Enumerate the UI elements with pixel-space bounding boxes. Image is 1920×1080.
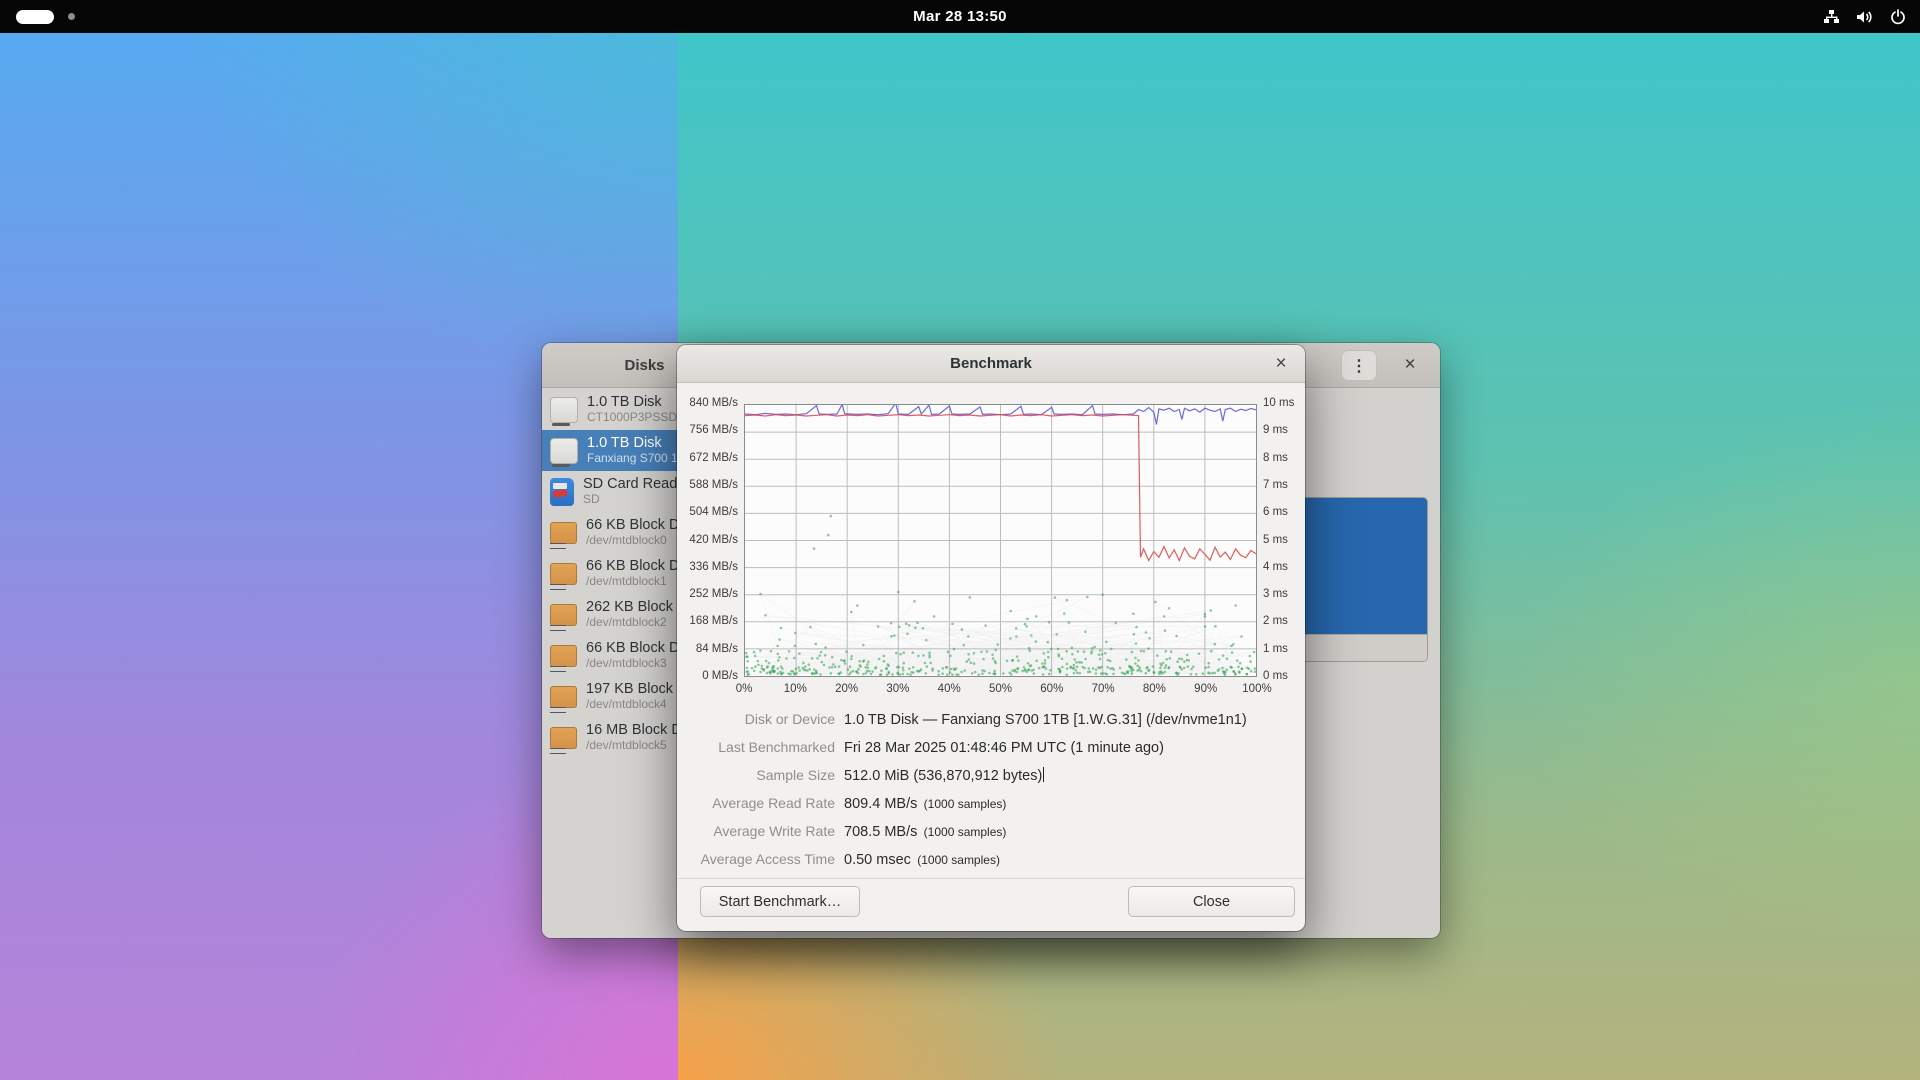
top-bar: Mar 28 13:50 bbox=[0, 0, 1920, 33]
detail-note: (1000 samples) bbox=[920, 825, 1006, 839]
axis-tick: 0% bbox=[719, 683, 769, 695]
device-title: SD Card Reader bbox=[583, 476, 690, 493]
desktop: Mar 28 13:50 Disks ⋮ × 1.0 TB DiskCT1000… bbox=[0, 0, 1920, 1080]
axis-tick: 5 ms bbox=[1263, 534, 1313, 546]
dialog-headerbar[interactable]: Benchmark × bbox=[677, 345, 1305, 383]
dialog-footer: Start Benchmark… Close bbox=[677, 878, 1305, 931]
axis-tick: 672 MB/s bbox=[678, 452, 738, 464]
detail-row: Average Access Time 0.50 msec (1000 sampl… bbox=[697, 851, 1285, 879]
axis-tick: 6 ms bbox=[1263, 506, 1313, 518]
disk-icon bbox=[550, 397, 578, 423]
start-benchmark-button[interactable]: Start Benchmark… bbox=[700, 886, 860, 917]
axis-tick: 4 ms bbox=[1263, 561, 1313, 573]
detail-row: Disk or Device 1.0 TB Disk — Fanxiang S70… bbox=[697, 711, 1285, 739]
benchmark-details: Disk or Device 1.0 TB Disk — Fanxiang S70… bbox=[697, 711, 1285, 879]
detail-label: Sample Size bbox=[697, 767, 835, 783]
axis-tick: 2 ms bbox=[1263, 615, 1313, 627]
axis-tick: 1 ms bbox=[1263, 643, 1313, 655]
block-icon bbox=[550, 727, 577, 749]
axis-tick: 840 MB/s bbox=[678, 397, 738, 409]
axis-tick: 504 MB/s bbox=[678, 506, 738, 518]
axis-tick: 50% bbox=[976, 683, 1026, 695]
block-icon bbox=[550, 563, 577, 585]
detail-row: Average Write Rate 708.5 MB/s (1000 sampl… bbox=[697, 823, 1285, 851]
block-icon bbox=[550, 645, 577, 667]
detail-label: Average Write Rate bbox=[697, 823, 835, 839]
close-icon: × bbox=[1404, 354, 1415, 376]
kebab-menu-icon: ⋮ bbox=[1351, 356, 1367, 376]
axis-tick: 100% bbox=[1232, 683, 1282, 695]
axis-tick: 40% bbox=[924, 683, 974, 695]
benchmark-chart bbox=[744, 404, 1257, 677]
axis-tick: 336 MB/s bbox=[678, 561, 738, 573]
axis-tick: 3 ms bbox=[1263, 588, 1313, 600]
axis-tick: 7 ms bbox=[1263, 479, 1313, 491]
close-button[interactable]: Close bbox=[1128, 886, 1295, 917]
axis-tick: 252 MB/s bbox=[678, 588, 738, 600]
axis-tick: 70% bbox=[1078, 683, 1128, 695]
axis-tick: 588 MB/s bbox=[678, 479, 738, 491]
power-icon[interactable] bbox=[1890, 9, 1906, 25]
dialog-close-button[interactable]: × bbox=[1267, 350, 1295, 378]
network-wired-icon[interactable] bbox=[1823, 9, 1840, 25]
axis-tick: 9 ms bbox=[1263, 424, 1313, 436]
axis-tick: 10% bbox=[770, 683, 820, 695]
volume-icon[interactable] bbox=[1856, 9, 1874, 25]
detail-value: 512.0 MiB (536,870,912 bytes) bbox=[844, 767, 1044, 784]
detail-value: 1.0 TB Disk — Fanxiang S700 1TB [1.W.G.3… bbox=[844, 712, 1247, 728]
dialog-title: Benchmark bbox=[677, 345, 1305, 383]
text-caret bbox=[1043, 767, 1044, 782]
benchmark-dialog: Benchmark × 840 MB/s 756 MB/s 672 MB/s 588 … bbox=[677, 345, 1305, 931]
menu-button[interactable]: ⋮ bbox=[1341, 350, 1377, 381]
device-subtitle: SD bbox=[583, 493, 690, 507]
axis-tick: 30% bbox=[873, 683, 923, 695]
axis-tick: 84 MB/s bbox=[678, 643, 738, 655]
axis-tick: 80% bbox=[1129, 683, 1179, 695]
detail-value: Fri 28 Mar 2025 01:48:46 PM UTC (1 minut… bbox=[844, 740, 1164, 756]
detail-value: 0.50 msec (1000 samples) bbox=[844, 852, 1000, 868]
axis-tick: 60% bbox=[1027, 683, 1077, 695]
axis-tick: 0 ms bbox=[1263, 670, 1313, 682]
axis-tick: 0 MB/s bbox=[678, 670, 738, 682]
axis-tick: 8 ms bbox=[1263, 452, 1313, 464]
detail-note: (1000 samples) bbox=[920, 797, 1006, 811]
detail-value: 708.5 MB/s (1000 samples) bbox=[844, 824, 1006, 840]
system-status-area[interactable] bbox=[1823, 9, 1906, 25]
axis-tick: 756 MB/s bbox=[678, 424, 738, 436]
close-icon: × bbox=[1275, 353, 1286, 375]
axis-tick: 420 MB/s bbox=[678, 534, 738, 546]
axis-tick: 90% bbox=[1181, 683, 1231, 695]
device-title: 1.0 TB Disk bbox=[587, 394, 684, 411]
block-icon bbox=[550, 686, 577, 708]
axis-tick: 168 MB/s bbox=[678, 615, 738, 627]
sd-icon bbox=[550, 478, 574, 506]
detail-label: Last Benchmarked bbox=[697, 739, 835, 755]
detail-note: (1000 samples) bbox=[914, 853, 1000, 867]
detail-row: Last Benchmarked Fri 28 Mar 2025 01:48:46… bbox=[697, 739, 1285, 767]
disk-icon bbox=[550, 438, 578, 464]
detail-value: 809.4 MB/s (1000 samples) bbox=[844, 796, 1006, 812]
clock[interactable]: Mar 28 13:50 bbox=[0, 8, 1920, 25]
axis-tick: 10 ms bbox=[1263, 397, 1313, 409]
detail-label: Average Access Time bbox=[697, 851, 835, 867]
block-icon bbox=[550, 604, 577, 626]
detail-label: Disk or Device bbox=[697, 711, 835, 727]
device-subtitle: CT1000P3PSSD8 bbox=[587, 411, 684, 425]
detail-label: Average Read Rate bbox=[697, 795, 835, 811]
block-icon bbox=[550, 522, 577, 544]
detail-row: Sample Size 512.0 MiB (536,870,912 bytes) bbox=[697, 767, 1285, 795]
disks-close-button[interactable]: × bbox=[1396, 351, 1424, 379]
detail-row: Average Read Rate 809.4 MB/s (1000 sample… bbox=[697, 795, 1285, 823]
axis-tick: 20% bbox=[822, 683, 872, 695]
